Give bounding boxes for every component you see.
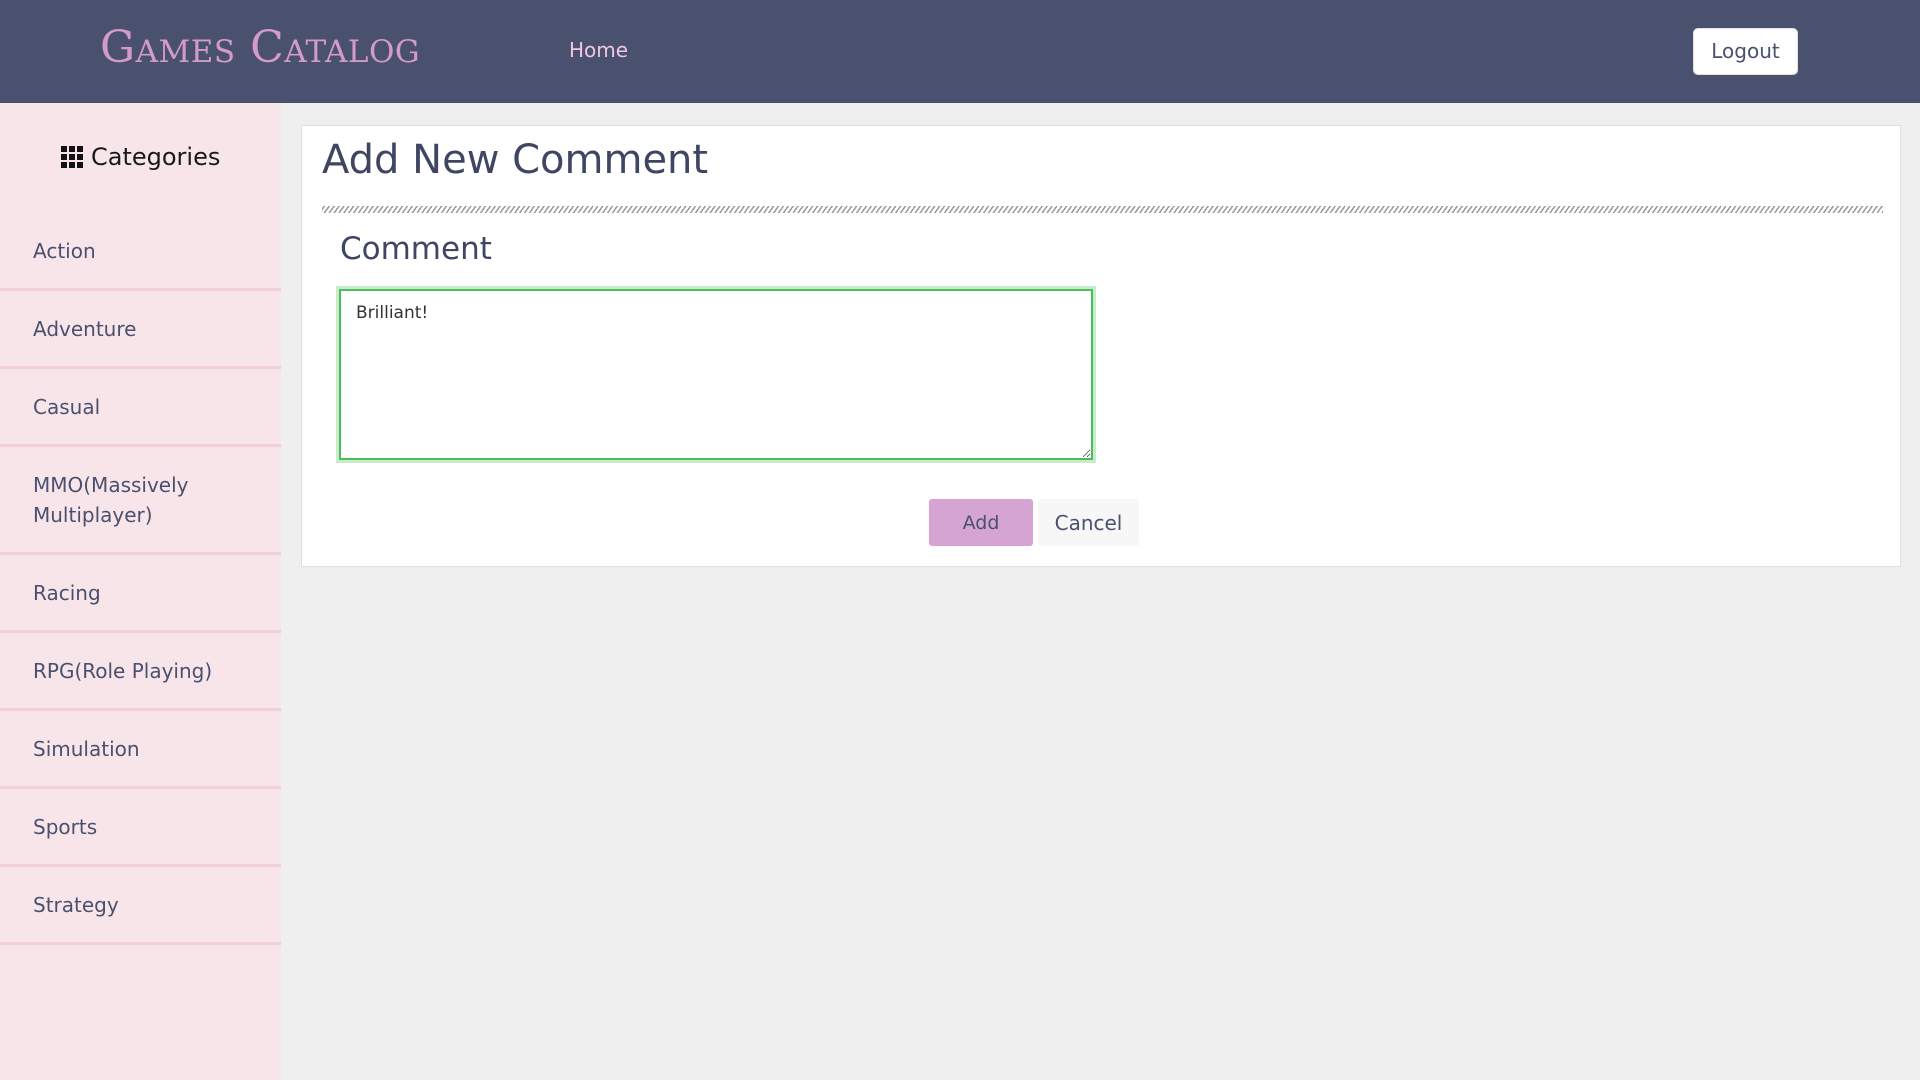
brand-logo[interactable]: Games Catalog	[100, 22, 420, 73]
add-button[interactable]: Add	[929, 499, 1033, 546]
cancel-button[interactable]: Cancel	[1038, 499, 1139, 546]
nav-home-link[interactable]: Home	[569, 38, 628, 62]
hatched-divider	[322, 206, 1883, 213]
comment-form-panel: Add New Comment Comment Brilliant! Add C…	[301, 125, 1901, 567]
sidebar-item-strategy[interactable]: Strategy	[0, 867, 281, 945]
page-title: Add New Comment	[322, 137, 709, 183]
sidebar-item-rpg[interactable]: RPG(Role Playing)	[0, 633, 281, 711]
comment-label: Comment	[340, 231, 492, 267]
category-list: Action Adventure Casual MMO(Massively Mu…	[0, 213, 281, 945]
sidebar-item-adventure[interactable]: Adventure	[0, 291, 281, 369]
grid-icon	[61, 146, 83, 168]
sidebar-item-casual[interactable]: Casual	[0, 369, 281, 447]
top-navbar: Games Catalog Home Logout	[0, 0, 1920, 103]
category-sidebar: Categories Action Adventure Casual MMO(M…	[0, 103, 281, 1080]
sidebar-item-sports[interactable]: Sports	[0, 789, 281, 867]
sidebar-item-action[interactable]: Action	[0, 213, 281, 291]
sidebar-header: Categories	[61, 143, 220, 171]
logout-button[interactable]: Logout	[1693, 28, 1798, 75]
sidebar-title: Categories	[91, 143, 221, 171]
sidebar-item-simulation[interactable]: Simulation	[0, 711, 281, 789]
comment-textarea[interactable]: Brilliant!	[339, 289, 1093, 460]
sidebar-item-mmo[interactable]: MMO(Massively Multiplayer)	[0, 447, 281, 555]
sidebar-item-racing[interactable]: Racing	[0, 555, 281, 633]
